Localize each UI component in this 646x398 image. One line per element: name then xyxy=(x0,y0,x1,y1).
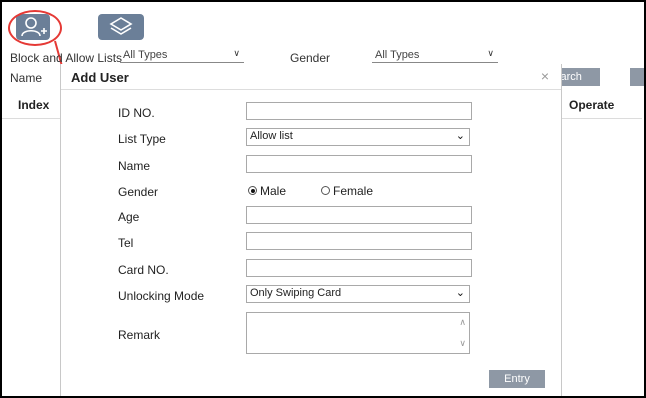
app-window: Block and Allow Lists All Types ∨ Gender… xyxy=(0,0,646,398)
gender-filter-label: Gender xyxy=(290,51,331,65)
remark-label: Remark xyxy=(118,328,161,342)
gender-filter-select[interactable]: All Types ∨ xyxy=(372,48,498,63)
age-label: Age xyxy=(118,210,140,224)
tel-label: Tel xyxy=(118,236,134,250)
search-button[interactable]: Search xyxy=(547,68,600,86)
card-no-label: Card NO. xyxy=(118,263,169,277)
gender-female-label: Female xyxy=(333,184,374,198)
remark-textarea[interactable]: ∧ ∨ xyxy=(246,312,470,354)
gender-filter-value: All Types xyxy=(375,49,420,61)
add-user-dialog: Add User × ID NO. List Type Allow list ⌄… xyxy=(60,64,562,396)
list-type-select[interactable]: Allow list ⌄ xyxy=(246,128,470,146)
gender-female-radio[interactable] xyxy=(321,186,330,195)
list-filter-label: Block and Allow Lists xyxy=(10,51,123,65)
card-no-field[interactable] xyxy=(246,259,472,277)
index-column-header: Index xyxy=(18,98,50,112)
layers-icon xyxy=(109,17,133,35)
spinner-down-icon[interactable]: ∨ xyxy=(459,338,466,349)
layers-button[interactable] xyxy=(98,14,144,40)
name-label: Name xyxy=(118,159,151,173)
gender-male-label: Male xyxy=(260,184,287,198)
list-type-value: Allow list xyxy=(250,130,293,142)
spinner-up-icon[interactable]: ∧ xyxy=(459,317,466,328)
unlocking-mode-value: Only Swiping Card xyxy=(250,287,342,299)
dialog-divider xyxy=(61,89,561,90)
chevron-down-icon: ∨ xyxy=(233,48,240,58)
list-filter-value: All Types xyxy=(123,49,168,61)
unlocking-mode-label: Unlocking Mode xyxy=(118,289,205,303)
chevron-down-icon: ⌄ xyxy=(455,130,465,142)
list-filter-select[interactable]: All Types ∨ xyxy=(120,48,244,63)
operate-column-header: Operate xyxy=(569,98,615,112)
id-no-label: ID NO. xyxy=(118,106,155,120)
list-type-label: List Type xyxy=(118,132,166,146)
close-icon[interactable]: × xyxy=(541,68,549,84)
name-filter-label: Name xyxy=(10,71,43,85)
entry-button[interactable]: Entry xyxy=(489,370,545,388)
name-field[interactable] xyxy=(246,155,472,173)
dialog-title: Add User xyxy=(71,70,129,85)
gender-male-radio[interactable] xyxy=(248,186,257,195)
chevron-down-icon: ∨ xyxy=(487,48,494,58)
id-no-field[interactable] xyxy=(246,102,472,120)
delete-button[interactable] xyxy=(630,68,644,86)
tel-field[interactable] xyxy=(246,232,472,250)
chevron-down-icon: ⌄ xyxy=(455,287,465,299)
gender-label: Gender xyxy=(118,185,159,199)
age-field[interactable] xyxy=(246,206,472,224)
unlocking-mode-select[interactable]: Only Swiping Card ⌄ xyxy=(246,285,470,303)
